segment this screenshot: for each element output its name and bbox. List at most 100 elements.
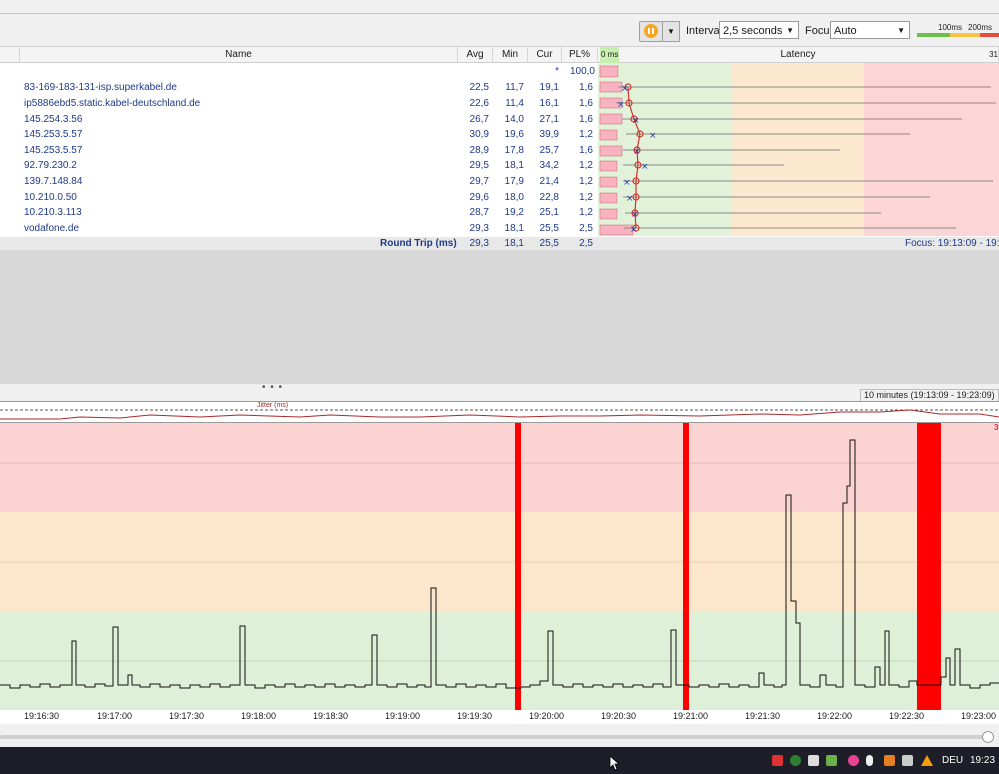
time-range-value: 10 minutes (19:13:09 - 19:23:09) (864, 390, 995, 400)
scrollbar-thumb[interactable] (982, 731, 994, 743)
svg-text:×: × (632, 116, 640, 126)
row-3-name[interactable]: 145.254.3.56 (24, 112, 82, 127)
empty-area (0, 250, 999, 384)
tray-green-icon[interactable] (826, 755, 837, 766)
svg-text:×: × (631, 210, 639, 220)
x-tick-label: 19:17:30 (169, 711, 205, 721)
x-tick-label: 19:19:30 (457, 711, 493, 721)
row-6-avg: 29,5 (469, 160, 489, 171)
pause-button[interactable] (639, 21, 663, 42)
focus-select[interactable]: Auto ▼ (830, 21, 910, 39)
scale-100-label: 100ms (938, 23, 963, 32)
row-3-pl: 1,6 (579, 114, 593, 125)
history-chart: 3 (0, 423, 999, 710)
row-6-name[interactable]: 92.79.230.2 (24, 158, 77, 173)
row-5-cur: 25,7 (539, 145, 559, 156)
col-header-cur[interactable]: Cur (528, 47, 562, 63)
chevron-down-icon: ▼ (667, 27, 675, 36)
row-5-name[interactable]: 145.253.5.57 (24, 143, 82, 158)
row-7-cur: 21,4 (539, 176, 559, 187)
col-header-latency[interactable]: 0 ms Latency 31 (598, 47, 999, 63)
row-6-cur: 34,2 (539, 160, 559, 171)
x-tick-label: 19:16:30 (24, 711, 60, 721)
row-4-avg: 30,9 (469, 129, 489, 140)
x-tick-label: 19:17:00 (97, 711, 133, 721)
row-2-name[interactable]: ip5886ebd5.static.kabel-deutschland.de (24, 96, 200, 111)
row-2-min: 11,4 (505, 98, 524, 109)
x-tick-label: 19:20:30 (601, 711, 637, 721)
latency-history-graph (0, 423, 999, 710)
summary-row: Round Trip (ms) 29,3 18,1 25,5 2,5 Focus… (0, 237, 999, 250)
scrollbar-track[interactable] (0, 735, 990, 739)
jitter-strip: Jitter (ms) (0, 401, 999, 423)
row-2-pl: 1,6 (579, 98, 593, 109)
row-1-min: 11,7 (505, 82, 524, 93)
row-10-name[interactable]: vodafone.de (24, 221, 79, 236)
row-4-name[interactable]: 145.253.5.57 (24, 127, 82, 142)
summary-label: Round Trip (ms) (380, 238, 457, 249)
language-indicator[interactable]: DEU (942, 755, 963, 766)
history-scrollbar[interactable] (0, 727, 999, 747)
row-8-name[interactable]: 10.210.0.50 (24, 190, 77, 205)
window-top-strip (0, 0, 999, 14)
row-8-cur: 22,8 (539, 192, 559, 203)
row-9-min: 19,2 (504, 207, 524, 218)
row-8-pl: 1,2 (579, 192, 593, 203)
monitor-icon[interactable] (808, 755, 819, 766)
x-tick-label: 19:23:00 (961, 711, 997, 721)
splitter-handle[interactable]: • • • (262, 382, 283, 393)
pause-dropdown-button[interactable]: ▼ (662, 21, 680, 42)
row-5-min: 17,8 (504, 145, 524, 156)
tray-app-icon[interactable] (772, 755, 783, 766)
row-8-avg: 29,6 (469, 192, 489, 203)
col-header-min[interactable]: Min (493, 47, 528, 63)
pl-bar (599, 129, 618, 141)
summary-avg: 29,3 (469, 238, 489, 249)
row-6-min: 18,1 (504, 160, 524, 171)
row-4-cur: 39,9 (539, 129, 559, 140)
jitter-label: Jitter (ms) (257, 402, 289, 409)
latency-right-label: 31 (989, 50, 998, 59)
x-tick-label: 19:19:00 (385, 711, 421, 721)
volume-icon[interactable] (902, 755, 913, 766)
scale-200-label: 200ms (968, 23, 993, 32)
row-7-name[interactable]: 139.7.148.84 (24, 174, 82, 189)
clock[interactable]: 19:23 (970, 755, 995, 766)
row-3-min: 14,0 (504, 114, 524, 125)
row-1-name[interactable]: 83-169-183-131-isp.superkabel.de (24, 80, 177, 95)
zero-ms-label: 0 ms (600, 47, 620, 63)
focus-value: Auto (834, 25, 857, 37)
row-6-pl: 1,2 (579, 160, 593, 171)
row-4-min: 19,6 (504, 129, 524, 140)
col-header-pl[interactable]: PL% (562, 47, 598, 63)
scale-red-bar (980, 33, 999, 37)
jitter-graph (0, 409, 999, 420)
taskbar: DEU 19:23 (0, 747, 999, 774)
x-tick-label: 19:22:00 (817, 711, 853, 721)
row-5-pl: 1,6 (579, 145, 593, 156)
col-header-name[interactable]: Name (20, 47, 458, 63)
microphone-icon[interactable] (866, 755, 873, 766)
tray-sync-icon[interactable] (790, 755, 801, 766)
packet-loss-bar (683, 423, 689, 710)
row-2-cur: 16,1 (539, 98, 559, 109)
row-2-avg: 22,6 (469, 98, 489, 109)
tray-pink-icon[interactable] (848, 755, 859, 766)
pause-icon (644, 24, 658, 38)
pl-bar (599, 192, 618, 204)
speaker-muted-icon[interactable] (884, 755, 895, 766)
chevron-down-icon: ▼ (897, 26, 905, 35)
row-5-avg: 28,9 (469, 145, 489, 156)
summary-pl: 2,5 (579, 238, 593, 249)
vlc-icon[interactable] (921, 755, 933, 766)
col-header-avg[interactable]: Avg (458, 47, 493, 63)
packet-loss-bar (917, 423, 941, 710)
interval-value: 2,5 seconds (723, 25, 783, 37)
svg-text:×: × (623, 178, 631, 188)
pl-bar (599, 113, 623, 125)
svg-text:×: × (630, 225, 638, 235)
x-tick-label: 19:22:30 (889, 711, 925, 721)
interval-select[interactable]: 2,5 seconds ▼ (719, 21, 799, 39)
interval-label: Interval (686, 25, 723, 37)
row-9-name[interactable]: 10.210.3.113 (24, 205, 82, 220)
